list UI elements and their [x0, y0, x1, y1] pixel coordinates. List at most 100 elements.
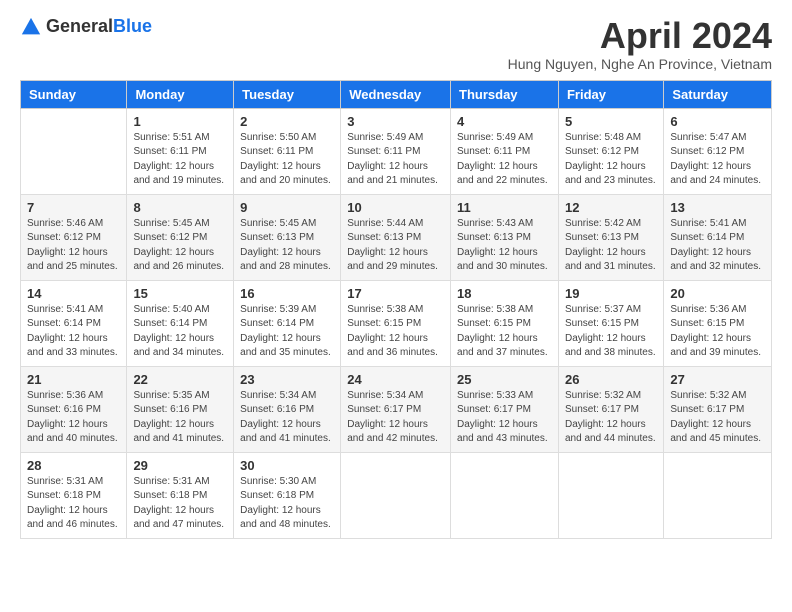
sunrise-text: Sunrise: 5:47 AM — [670, 131, 765, 146]
daylight-text: Daylight: 12 hoursand and 41 minutes. — [240, 418, 334, 447]
daylight-text: Daylight: 12 hoursand and 46 minutes. — [27, 504, 120, 533]
calendar-cell: 22Sunrise: 5:35 AMSunset: 6:16 PMDayligh… — [127, 366, 234, 452]
day-number: 10 — [347, 200, 444, 215]
day-info: Sunrise: 5:34 AMSunset: 6:16 PMDaylight:… — [240, 389, 334, 447]
day-number: 18 — [457, 286, 552, 301]
calendar-cell: 27 Sunrise: 5:32 AMSunset: 6:17 PMDayligh… — [664, 366, 772, 452]
calendar-week-row: 14 Sunrise: 5:41 AMSunset: 6:14 PMDayligh… — [21, 280, 772, 366]
day-info: Sunrise: 5:33 AMSunset: 6:17 PMDaylight:… — [457, 389, 552, 447]
daylight-text: Daylight: 12 hoursand and 26 minutes. — [133, 246, 227, 275]
calendar-cell — [21, 108, 127, 194]
sunset-text: Sunset: 6:17 PM — [347, 403, 444, 418]
sunset-text: Sunset: 6:14 PM — [240, 317, 334, 332]
daylight-text: Daylight: 12 hoursand and 31 minutes. — [565, 246, 657, 275]
sunrise-text: Sunrise: 5:34 AM — [240, 389, 334, 404]
day-number: 7 — [27, 200, 120, 215]
day-info: Sunrise: 5:49 AMSunset: 6:11 PMDaylight:… — [457, 131, 552, 189]
sunset-text: Sunset: 6:14 PM — [27, 317, 120, 332]
calendar-cell: 10Sunrise: 5:44 AMSunset: 6:13 PMDayligh… — [341, 194, 451, 280]
day-info: Sunrise: 5:39 AMSunset: 6:14 PMDaylight:… — [240, 303, 334, 361]
weekday-header-thursday: Thursday — [451, 80, 559, 108]
day-number: 14 — [27, 286, 120, 301]
title-area: April 2024 Hung Nguyen, Nghe An Province… — [508, 16, 772, 72]
day-number: 8 — [133, 200, 227, 215]
day-info: Sunrise: 5:37 AMSunset: 6:15 PMDaylight:… — [565, 303, 657, 361]
calendar-week-row: 21Sunrise: 5:36 AMSunset: 6:16 PMDayligh… — [21, 366, 772, 452]
calendar-cell: 12 Sunrise: 5:42 AMSunset: 6:13 PMDayligh… — [558, 194, 663, 280]
daylight-text: Daylight: 12 hoursand and 30 minutes. — [457, 246, 552, 275]
day-info: Sunrise: 5:49 AMSunset: 6:11 PMDaylight:… — [347, 131, 444, 189]
day-info: Sunrise: 5:35 AMSunset: 6:16 PMDaylight:… — [133, 389, 227, 447]
weekday-header-wednesday: Wednesday — [341, 80, 451, 108]
sunrise-text: Sunrise: 5:36 AM — [670, 303, 765, 318]
day-number: 19 — [565, 286, 657, 301]
sunset-text: Sunset: 6:14 PM — [670, 231, 765, 246]
calendar-cell: 14 Sunrise: 5:41 AMSunset: 6:14 PMDayligh… — [21, 280, 127, 366]
sunset-text: Sunset: 6:15 PM — [670, 317, 765, 332]
day-number: 9 — [240, 200, 334, 215]
day-number: 16 — [240, 286, 334, 301]
sunset-text: Sunset: 6:12 PM — [133, 231, 227, 246]
sunrise-text: Sunrise: 5:31 AM — [27, 475, 120, 490]
sunset-text: Sunset: 6:12 PM — [670, 145, 765, 160]
sunrise-text: Sunrise: 5:45 AM — [240, 217, 334, 232]
sunset-text: Sunset: 6:17 PM — [457, 403, 552, 418]
day-info: Sunrise: 5:47 AMSunset: 6:12 PMDaylight:… — [670, 131, 765, 189]
daylight-text: Daylight: 12 hoursand and 35 minutes. — [240, 332, 334, 361]
day-number: 27 — [670, 372, 765, 387]
daylight-text: Daylight: 12 hoursand and 48 minutes. — [240, 504, 334, 533]
sunrise-text: Sunrise: 5:43 AM — [457, 217, 552, 232]
sunset-text: Sunset: 6:15 PM — [565, 317, 657, 332]
daylight-text: Daylight: 12 hoursand and 36 minutes. — [347, 332, 444, 361]
location-subtitle: Hung Nguyen, Nghe An Province, Vietnam — [508, 56, 772, 72]
daylight-text: Daylight: 12 hoursand and 34 minutes. — [133, 332, 227, 361]
day-info: Sunrise: 5:42 AMSunset: 6:13 PMDaylight:… — [565, 217, 657, 275]
day-info: Sunrise: 5:32 AMSunset: 6:17 PMDaylight:… — [670, 389, 765, 447]
daylight-text: Daylight: 12 hoursand and 42 minutes. — [347, 418, 444, 447]
daylight-text: Daylight: 12 hoursand and 47 minutes. — [133, 504, 227, 533]
day-number: 15 — [133, 286, 227, 301]
logo-text-general: General — [46, 16, 113, 36]
calendar-cell — [558, 452, 663, 538]
day-info: Sunrise: 5:45 AMSunset: 6:12 PMDaylight:… — [133, 217, 227, 275]
sunrise-text: Sunrise: 5:40 AM — [133, 303, 227, 318]
day-number: 29 — [133, 458, 227, 473]
weekday-header-tuesday: Tuesday — [234, 80, 341, 108]
sunrise-text: Sunrise: 5:49 AM — [457, 131, 552, 146]
day-info: Sunrise: 5:41 AMSunset: 6:14 PMDaylight:… — [27, 303, 120, 361]
sunrise-text: Sunrise: 5:41 AM — [670, 217, 765, 232]
page-header: GeneralBlue April 2024 Hung Nguyen, Nghe… — [20, 16, 772, 72]
calendar-cell: 19 Sunrise: 5:37 AMSunset: 6:15 PMDayligh… — [558, 280, 663, 366]
calendar-cell: 13 Sunrise: 5:41 AMSunset: 6:14 PMDayligh… — [664, 194, 772, 280]
weekday-header-saturday: Saturday — [664, 80, 772, 108]
calendar-cell: 4Sunrise: 5:49 AMSunset: 6:11 PMDaylight… — [451, 108, 559, 194]
day-info: Sunrise: 5:38 AMSunset: 6:15 PMDaylight:… — [347, 303, 444, 361]
calendar-cell: 9Sunrise: 5:45 AMSunset: 6:13 PMDaylight… — [234, 194, 341, 280]
daylight-text: Daylight: 12 hoursand and 33 minutes. — [27, 332, 120, 361]
sunrise-text: Sunrise: 5:38 AM — [347, 303, 444, 318]
day-info: Sunrise: 5:31 AMSunset: 6:18 PMDaylight:… — [133, 475, 227, 533]
calendar-cell: 7Sunrise: 5:46 AMSunset: 6:12 PMDaylight… — [21, 194, 127, 280]
day-info: Sunrise: 5:38 AMSunset: 6:15 PMDaylight:… — [457, 303, 552, 361]
day-number: 17 — [347, 286, 444, 301]
sunrise-text: Sunrise: 5:31 AM — [133, 475, 227, 490]
sunset-text: Sunset: 6:16 PM — [240, 403, 334, 418]
daylight-text: Daylight: 12 hoursand and 28 minutes. — [240, 246, 334, 275]
day-info: Sunrise: 5:50 AMSunset: 6:11 PMDaylight:… — [240, 131, 334, 189]
daylight-text: Daylight: 12 hoursand and 43 minutes. — [457, 418, 552, 447]
sunrise-text: Sunrise: 5:36 AM — [27, 389, 120, 404]
day-number: 12 — [565, 200, 657, 215]
daylight-text: Daylight: 12 hoursand and 45 minutes. — [670, 418, 765, 447]
daylight-text: Daylight: 12 hoursand and 25 minutes. — [27, 246, 120, 275]
day-number: 28 — [27, 458, 120, 473]
day-info: Sunrise: 5:36 AMSunset: 6:15 PMDaylight:… — [670, 303, 765, 361]
day-number: 13 — [670, 200, 765, 215]
day-number: 3 — [347, 114, 444, 129]
calendar-cell: 16 Sunrise: 5:39 AMSunset: 6:14 PMDayligh… — [234, 280, 341, 366]
calendar-cell: 17 Sunrise: 5:38 AMSunset: 6:15 PMDayligh… — [341, 280, 451, 366]
calendar-cell: 25Sunrise: 5:33 AMSunset: 6:17 PMDayligh… — [451, 366, 559, 452]
daylight-text: Daylight: 12 hoursand and 39 minutes. — [670, 332, 765, 361]
calendar-cell: 23Sunrise: 5:34 AMSunset: 6:16 PMDayligh… — [234, 366, 341, 452]
day-info: Sunrise: 5:41 AMSunset: 6:14 PMDaylight:… — [670, 217, 765, 275]
logo-text-blue: Blue — [113, 16, 152, 36]
